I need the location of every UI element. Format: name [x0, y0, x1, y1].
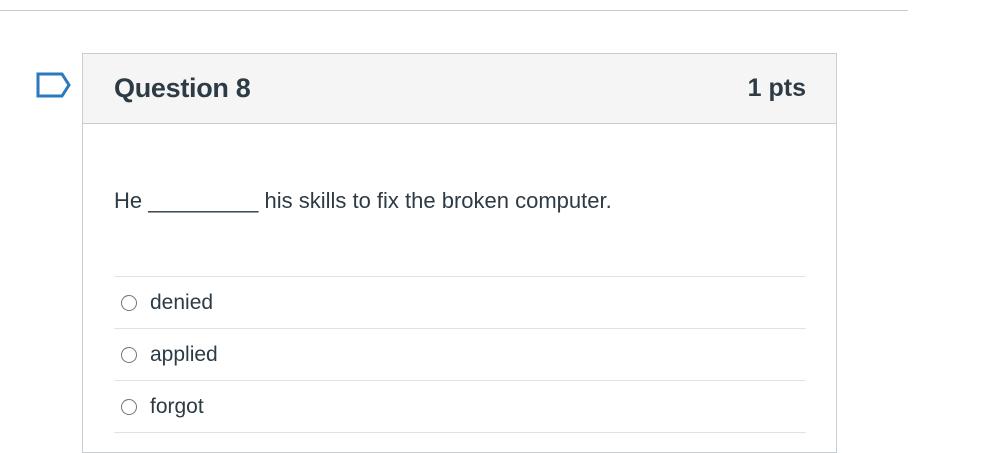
top-divider	[0, 10, 908, 11]
question-title: Question 8	[114, 73, 251, 103]
answer-option-denied[interactable]: denied	[114, 277, 806, 329]
radio-button[interactable]	[121, 346, 137, 363]
answer-option-forgot[interactable]: forgot	[114, 381, 806, 433]
answer-option-applied[interactable]: applied	[114, 329, 806, 381]
flag-question-icon[interactable]	[36, 72, 72, 102]
question-text: He _________ his skills to fix the broke…	[114, 188, 612, 213]
answer-list: denied applied forgot	[114, 276, 806, 433]
answer-label: applied	[150, 342, 218, 366]
question-header: Question 8 1 pts	[83, 54, 836, 124]
question-points: 1 pts	[747, 74, 806, 102]
radio-button[interactable]	[121, 398, 137, 415]
question-body: He _________ his skills to fix the broke…	[83, 188, 836, 433]
answer-label: denied	[150, 290, 214, 314]
question-card: Question 8 1 pts He _________ his skills…	[82, 53, 837, 453]
radio-button[interactable]	[121, 294, 137, 311]
answer-label: forgot	[150, 394, 204, 418]
